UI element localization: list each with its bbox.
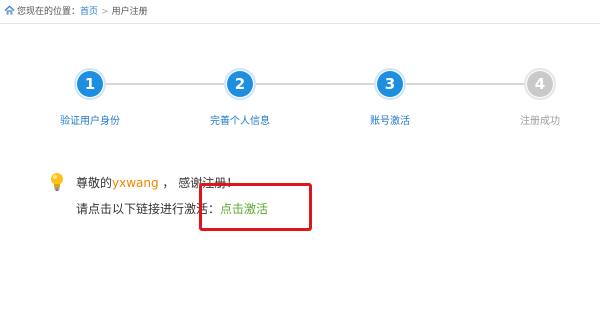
step-label: 注册成功 (520, 116, 560, 127)
step-verify-identity: 1 验证用户身份 (35, 68, 145, 127)
step-registration-success: 4 注册成功 (485, 68, 595, 127)
step-label: 验证用户身份 (60, 116, 120, 127)
breadcrumb: 您现在的位置：首页 > 用户注册 (0, 0, 600, 24)
breadcrumb-separator: > (101, 7, 109, 17)
step-ring: 4 (524, 68, 556, 100)
lightbulb-icon (51, 173, 63, 191)
step-ring: 3 (374, 68, 406, 100)
greeting-prefix: 尊敬的 (76, 176, 113, 190)
username: yxwang (112, 176, 159, 190)
step-number: 2 (227, 71, 253, 97)
step-complete-profile: 2 完善个人信息 (185, 68, 295, 127)
highlight-box (199, 183, 312, 231)
step-number: 1 (77, 71, 103, 97)
home-icon (4, 5, 15, 15)
step-label: 账号激活 (370, 116, 410, 127)
step-ring: 1 (74, 68, 106, 100)
step-ring: 2 (224, 68, 256, 100)
step-account-activation: 3 账号激活 (335, 68, 445, 127)
page: 您现在的位置：首页 > 用户注册 1 验证用户身份 2 完善个人信息 3 账号激活 … (0, 0, 600, 315)
breadcrumb-current: 用户注册 (111, 7, 148, 17)
step-number: 4 (527, 71, 553, 97)
step-number: 3 (377, 71, 403, 97)
step-label: 完善个人信息 (210, 116, 270, 127)
breadcrumb-home-link[interactable]: 首页 (80, 7, 98, 17)
breadcrumb-prefix: 您现在的位置： (17, 7, 81, 17)
